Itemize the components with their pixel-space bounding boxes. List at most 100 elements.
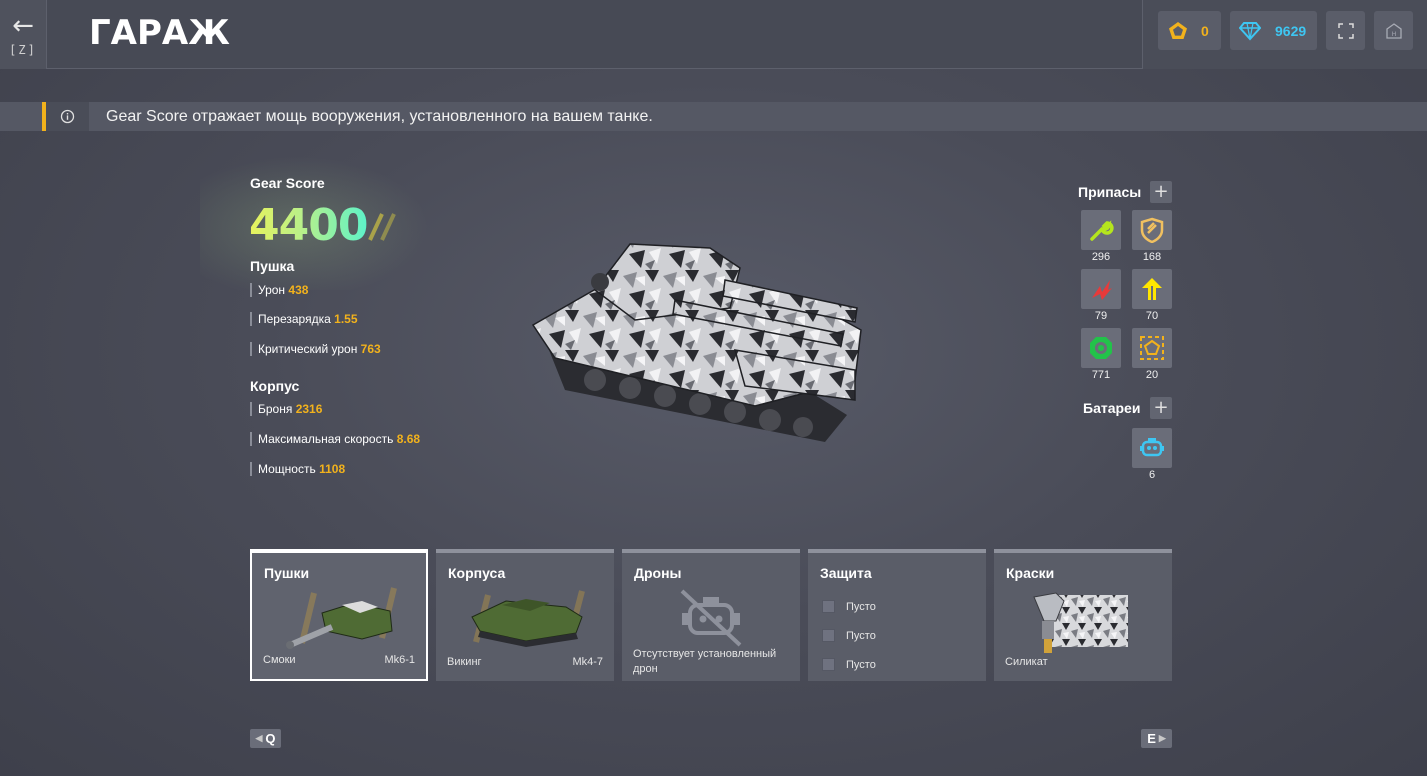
supply-mine[interactable] bbox=[1081, 328, 1121, 368]
crystal-counter[interactable]: 9629 bbox=[1230, 11, 1317, 50]
info-text-wrap: Gear Score отражает мощь вооружения, уст… bbox=[89, 102, 1427, 131]
protection-slot[interactable]: Пусто bbox=[822, 629, 876, 642]
tank-preview[interactable] bbox=[525, 230, 870, 450]
stat-label: Максимальная скорость bbox=[258, 432, 394, 446]
tank-model-image bbox=[531, 243, 862, 442]
armor-shield-icon bbox=[1140, 217, 1164, 243]
card-title: Краски bbox=[1006, 565, 1055, 581]
battery-item[interactable] bbox=[1132, 428, 1172, 468]
stat-label: Урон bbox=[258, 283, 286, 297]
protection-slot-label: Пусто bbox=[846, 629, 876, 642]
supply-speed-boost-count: 70 bbox=[1145, 310, 1159, 322]
next-category-button[interactable]: E ▶ bbox=[1141, 729, 1172, 748]
svg-text:H: H bbox=[1391, 31, 1396, 38]
add-supplies-button[interactable]: + bbox=[1150, 181, 1172, 203]
chevron-left-icon: ◀ bbox=[255, 733, 263, 743]
empty-slot-icon bbox=[822, 629, 835, 642]
prev-key-label: Q bbox=[265, 731, 276, 746]
diamond-icon bbox=[1239, 21, 1261, 40]
chevron-right-icon: ▶ bbox=[1158, 733, 1166, 743]
fullscreen-icon bbox=[1337, 22, 1354, 39]
protection-slot-label: Пусто bbox=[846, 600, 876, 613]
top-right-panel: 0 9629 H bbox=[1142, 0, 1427, 69]
empty-slot-icon bbox=[822, 658, 835, 671]
next-key-label: E bbox=[1147, 731, 1156, 746]
stat-label: Броня bbox=[258, 402, 293, 416]
hull-mod: Mk4-7 bbox=[572, 656, 603, 668]
prev-category-button[interactable]: ◀ Q bbox=[250, 729, 281, 748]
back-hotkey-label: [Z] bbox=[9, 42, 37, 57]
info-banner-left bbox=[0, 102, 42, 131]
info-banner: Gear Score отражает мощь вооружения, уст… bbox=[0, 102, 1427, 131]
home-icon: H bbox=[1385, 22, 1402, 39]
hull-viking-image bbox=[471, 590, 585, 647]
stat-reload: Перезарядка 1.55 bbox=[250, 312, 358, 326]
stat-label: Перезарядка bbox=[258, 312, 331, 326]
double-damage-icon bbox=[1092, 280, 1112, 300]
gear-score-stripes-icon bbox=[368, 213, 396, 241]
supply-double-damage-count: 79 bbox=[1094, 310, 1108, 322]
info-icon bbox=[60, 109, 75, 124]
gear-score-label: Gear Score bbox=[250, 175, 325, 191]
no-drone-note: Отсутствует установленный дрон bbox=[633, 648, 777, 675]
supply-speed-boost[interactable] bbox=[1132, 269, 1172, 309]
card-turrets[interactable]: Пушки Смоки Mk6-1 bbox=[250, 549, 428, 681]
supply-gold-box[interactable] bbox=[1132, 328, 1172, 368]
crystal-value: 9629 bbox=[1275, 22, 1307, 39]
card-title: Пушки bbox=[264, 565, 310, 581]
stat-crit-damage: Критический урон 763 bbox=[250, 342, 381, 356]
supply-armor[interactable] bbox=[1132, 210, 1172, 250]
turret-section-title: Пушка bbox=[250, 258, 295, 274]
empty-slot-icon bbox=[822, 600, 835, 613]
stat-power: Мощность 1108 bbox=[250, 462, 345, 476]
info-text: Gear Score отражает мощь вооружения, уст… bbox=[106, 108, 653, 125]
gear-score-value: 4400 bbox=[249, 200, 368, 251]
stat-label: Критический урон bbox=[258, 342, 358, 356]
repair-wrench-icon bbox=[1090, 220, 1114, 241]
stat-value: 2316 bbox=[295, 402, 323, 416]
home-button[interactable]: H bbox=[1374, 11, 1413, 50]
card-title: Защита bbox=[820, 565, 872, 581]
protection-slot-label: Пусто bbox=[846, 658, 876, 671]
card-title: Корпуса bbox=[448, 565, 506, 581]
turret-mod: Mk6-1 bbox=[384, 654, 415, 666]
card-drones[interactable]: Дроны Отсутствует установленный дрон bbox=[622, 549, 800, 681]
battery-robot-icon bbox=[1140, 438, 1164, 457]
stat-value: 8.68 bbox=[396, 432, 421, 446]
supplies-title: Припасы bbox=[1078, 184, 1142, 200]
card-hulls[interactable]: Корпуса Викинг Mk4-7 bbox=[436, 549, 614, 681]
paint-name: Силикат bbox=[1005, 656, 1048, 668]
hull-name: Викинг bbox=[447, 656, 482, 668]
gold-box-icon bbox=[1140, 336, 1164, 360]
no-drone-icon bbox=[680, 589, 742, 647]
stat-damage: Урон 438 bbox=[250, 283, 308, 297]
gold-crystal-value: 0 bbox=[1201, 22, 1209, 39]
protection-slot[interactable]: Пусто bbox=[822, 658, 876, 671]
turret-smoky-image bbox=[286, 587, 397, 649]
back-arrow-icon: ← bbox=[12, 10, 34, 41]
supply-mine-count: 771 bbox=[1091, 369, 1111, 381]
stat-value: 438 bbox=[288, 283, 309, 297]
card-paints[interactable]: Краски Силикат bbox=[994, 549, 1172, 681]
stat-armor: Броня 2316 bbox=[250, 402, 322, 416]
stat-value: 1108 bbox=[319, 462, 346, 476]
card-title: Дроны bbox=[634, 565, 682, 581]
supply-repair-count: 296 bbox=[1091, 251, 1111, 263]
stat-value: 1.55 bbox=[334, 312, 358, 326]
page-title: ГАРАЖ bbox=[89, 13, 230, 53]
battery-count: 6 bbox=[1148, 469, 1156, 481]
stat-label: Мощность bbox=[258, 462, 316, 476]
card-protection[interactable]: Защита Пусто Пусто Пусто bbox=[808, 549, 986, 681]
supply-repair[interactable] bbox=[1081, 210, 1121, 250]
supply-armor-count: 168 bbox=[1142, 251, 1162, 263]
gold-crystal-counter[interactable]: 0 bbox=[1158, 11, 1221, 50]
hull-section-title: Корпус bbox=[250, 378, 300, 394]
fullscreen-button[interactable] bbox=[1326, 11, 1365, 50]
protection-slot[interactable]: Пусто bbox=[822, 600, 876, 613]
supply-double-damage[interactable] bbox=[1081, 269, 1121, 309]
paint-silicate-image bbox=[1033, 592, 1128, 653]
top-bar: ← [Z] ГАРАЖ 0 9629 H bbox=[0, 0, 1427, 69]
add-batteries-button[interactable]: + bbox=[1150, 397, 1172, 419]
back-button[interactable]: ← [Z] bbox=[0, 0, 47, 69]
stat-value: 763 bbox=[360, 342, 381, 356]
